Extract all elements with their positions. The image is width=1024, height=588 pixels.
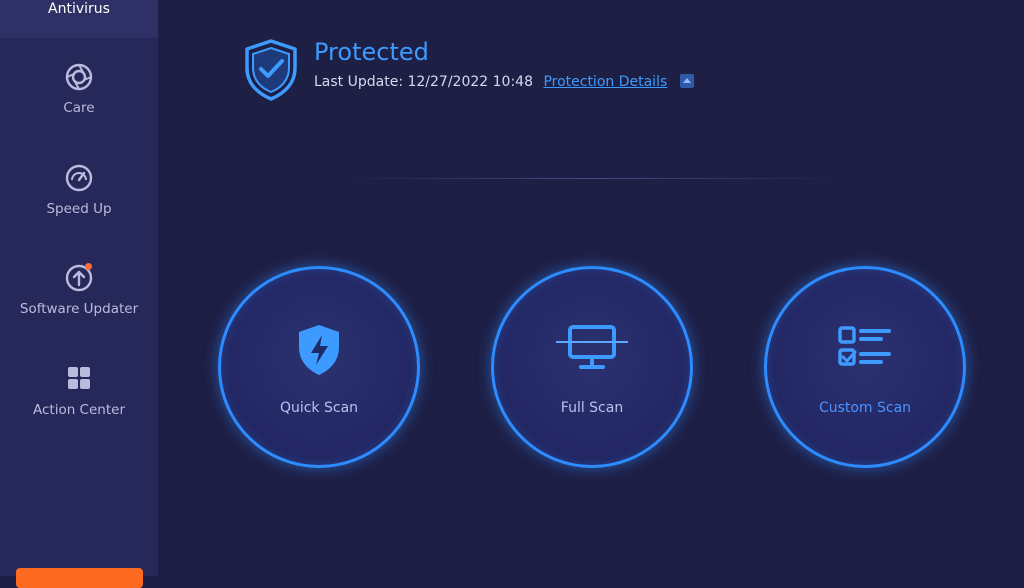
aperture-icon bbox=[64, 62, 94, 92]
gauge-icon bbox=[64, 163, 94, 193]
page-title: Protected bbox=[314, 38, 429, 66]
sidebar-item-antivirus[interactable]: Antivirus bbox=[0, 0, 158, 38]
grid-icon bbox=[64, 364, 94, 394]
sidebar-item-label: Care bbox=[63, 100, 95, 116]
scan-label: Quick Scan bbox=[279, 400, 359, 416]
sidebar-item-label: Action Center bbox=[32, 402, 125, 418]
full-scan-button[interactable]: Full Scan bbox=[491, 266, 693, 468]
scan-label: Custom Scan bbox=[818, 400, 912, 416]
shield-bolt-icon bbox=[295, 323, 343, 381]
sidebar-item-software-updater[interactable]: Software Updater bbox=[0, 263, 158, 339]
last-update-line: Last Update: 12/27/2022 10:48 Protection… bbox=[314, 74, 694, 90]
upload-arrow-icon bbox=[64, 263, 94, 293]
sidebar-item-action-center[interactable]: Action Center bbox=[0, 364, 158, 440]
sidebar: Antivirus Care Speed Up Software Updater… bbox=[0, 0, 158, 588]
divider bbox=[340, 178, 844, 179]
scan-label: Full Scan bbox=[560, 400, 624, 416]
upgrade-button[interactable] bbox=[16, 568, 143, 588]
sidebar-item-label: Antivirus bbox=[48, 1, 110, 17]
protection-details-link[interactable]: Protection Details bbox=[543, 74, 667, 90]
sidebar-item-label: Software Updater bbox=[19, 301, 139, 317]
sidebar-item-care[interactable]: Care bbox=[0, 62, 158, 138]
sidebar-item-label: Speed Up bbox=[46, 201, 112, 217]
last-update-value: 12/27/2022 10:48 bbox=[407, 74, 533, 90]
sidebar-item-speed-up[interactable]: Speed Up bbox=[0, 163, 158, 239]
monitor-icon bbox=[554, 323, 630, 377]
custom-scan-button[interactable]: Custom Scan bbox=[764, 266, 966, 468]
quick-scan-button[interactable]: Quick Scan bbox=[218, 266, 420, 468]
shield-check-icon bbox=[243, 38, 299, 102]
last-update-label: Last Update: bbox=[314, 74, 404, 90]
checklist-icon bbox=[837, 323, 893, 375]
chevron-up-icon[interactable] bbox=[679, 74, 694, 88]
notification-dot bbox=[85, 263, 92, 270]
